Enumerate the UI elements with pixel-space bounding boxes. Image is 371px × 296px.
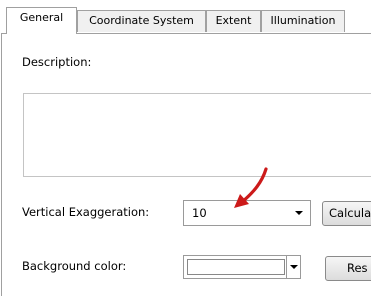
calculate-button[interactable]: Calcula: [322, 201, 371, 226]
tab-extent[interactable]: Extent: [206, 10, 261, 32]
tab-illumination[interactable]: Illumination: [261, 10, 345, 32]
tab-coordinate-system[interactable]: Coordinate System: [77, 10, 206, 32]
vertical-exaggeration-value: 10: [192, 206, 207, 220]
color-dropdown-button[interactable]: [286, 256, 300, 278]
tab-strip: General Coordinate System Extent Illumin…: [0, 0, 371, 34]
tab-general[interactable]: General: [6, 7, 77, 34]
chevron-down-icon[interactable]: [295, 211, 303, 215]
red-arrow-icon: [234, 167, 268, 208]
description-label: Description:: [22, 55, 92, 69]
restore-button[interactable]: Res: [325, 256, 371, 281]
tab-label: General: [19, 11, 64, 24]
chevron-down-icon: [290, 265, 298, 269]
vertical-exaggeration-label: Vertical Exaggeration:: [22, 205, 150, 219]
calculate-button-label: Calcula: [329, 206, 371, 220]
background-color-label: Background color:: [22, 259, 127, 273]
tab-label: Illumination: [270, 14, 336, 27]
color-swatch: [187, 259, 285, 275]
tab-label: Coordinate System: [89, 14, 194, 27]
description-field[interactable]: [23, 93, 371, 177]
background-color-picker[interactable]: [183, 255, 301, 279]
restore-button-label: Res: [347, 261, 368, 275]
tab-label: Extent: [215, 14, 252, 27]
